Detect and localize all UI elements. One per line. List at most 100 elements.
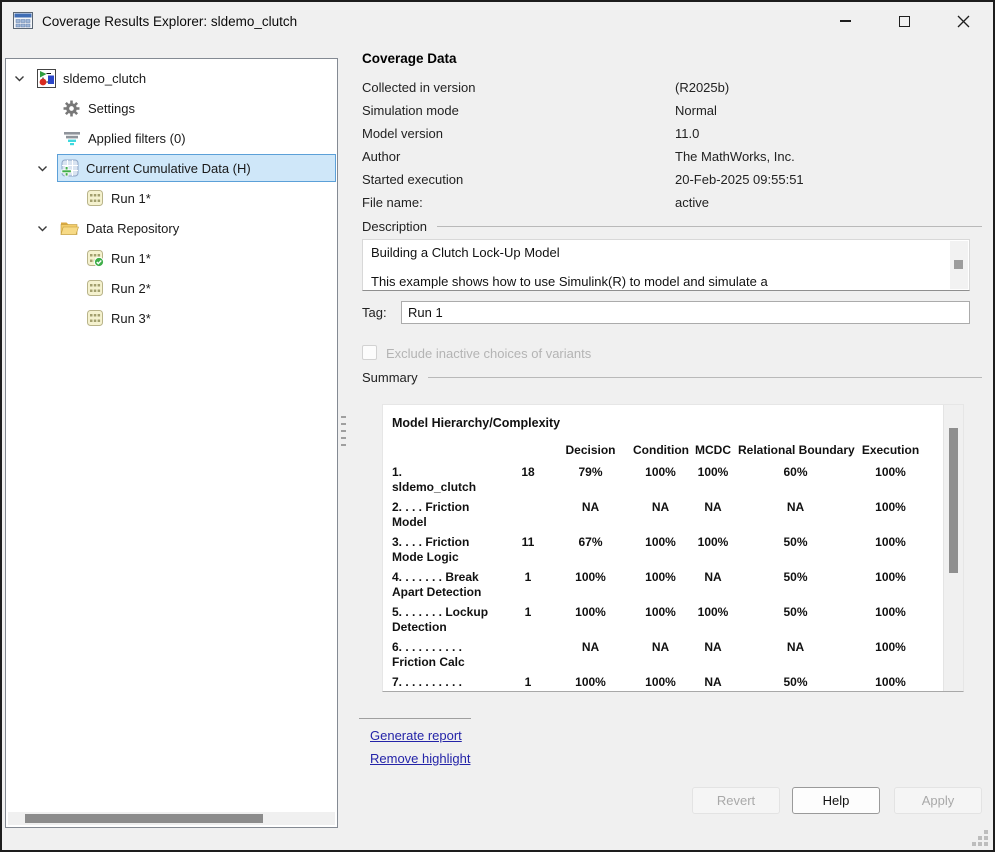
column-header: Execution (853, 443, 928, 457)
field-value: Normal (675, 103, 717, 118)
splitter-handle[interactable] (340, 416, 348, 456)
section-rule (437, 226, 982, 227)
page-title: Coverage Data (362, 51, 457, 66)
close-button[interactable] (934, 2, 993, 40)
scrollbar-thumb[interactable] (949, 428, 958, 573)
folder-icon (60, 219, 79, 238)
field-value: The MathWorks, Inc. (675, 149, 795, 164)
field-label: Started execution (362, 172, 675, 187)
checkbox-label: Exclude inactive choices of variants (386, 346, 591, 361)
meta-row: File name:active (362, 191, 982, 214)
field-label: File name: (362, 195, 675, 210)
field-label: Model version (362, 126, 675, 141)
table-row: 1.sldemo_clutch 1879%100%100%60%100% (392, 465, 963, 500)
column-header: Decision (548, 443, 633, 457)
tree-item-settings[interactable]: Settings (6, 93, 337, 123)
tree-item-label: Run 2* (111, 281, 151, 296)
tree-item-run3-repository[interactable]: Run 3* (6, 303, 337, 333)
window-title: Coverage Results Explorer: sldemo_clutch (42, 14, 297, 29)
table-row: 2. . . . FrictionModel NANANANA100% (392, 500, 963, 535)
tree-item-run1-cumulative[interactable]: Run 1* (6, 183, 337, 213)
description-scrollbar[interactable] (950, 241, 968, 289)
simulink-model-icon (37, 69, 56, 88)
field-label: Collected in version (362, 80, 675, 95)
cumulative-data-icon (60, 159, 79, 178)
table-vertical-scrollbar[interactable] (943, 405, 963, 691)
table-row: 4. . . . . . . BreakApart Detection 1100… (392, 570, 963, 605)
chevron-down-icon[interactable] (14, 73, 34, 84)
help-button[interactable]: Help (792, 787, 880, 814)
coverage-metadata: Collected in version(R2025b) Simulation … (362, 76, 982, 214)
tree-item-data-repository[interactable]: Data Repository (6, 213, 337, 243)
tag-label: Tag: (362, 305, 387, 320)
column-header: MCDC (688, 443, 738, 457)
chevron-down-icon[interactable] (37, 163, 57, 174)
meta-row: Model version11.0 (362, 122, 982, 145)
tree-item-label: Applied filters (0) (88, 131, 186, 146)
run-icon (85, 309, 104, 328)
tree-item-sldemo-clutch[interactable]: sldemo_clutch (6, 63, 337, 93)
tree-item-label: Data Repository (86, 221, 179, 236)
tree-item-run1-repository[interactable]: Run 1* (6, 243, 337, 273)
table-row: 7. . . . . . . . . .Required 1100%100%NA… (392, 675, 963, 692)
maximize-icon (899, 16, 910, 27)
tree-horizontal-scrollbar[interactable] (8, 812, 335, 825)
filter-icon (62, 129, 81, 148)
field-label: Simulation mode (362, 103, 675, 118)
scrollbar-thumb[interactable] (954, 260, 963, 269)
field-value: (R2025b) (675, 80, 729, 95)
tree-item-label: Run 3* (111, 311, 151, 326)
tree-item-label: sldemo_clutch (63, 71, 146, 86)
tree-item-label: Current Cumulative Data (H) (86, 161, 251, 176)
links-divider (359, 718, 471, 719)
app-icon (12, 10, 34, 32)
table-row: 6. . . . . . . . . .Friction Calc NANANA… (392, 640, 963, 675)
table-row: 5. . . . . . . LockupDetection 1100%100%… (392, 605, 963, 640)
title-bar: Coverage Results Explorer: sldemo_clutch (2, 2, 993, 40)
description-line: Building a Clutch Lock-Up Model (363, 240, 969, 260)
maximize-button[interactable] (875, 2, 934, 40)
tree-item-applied-filters[interactable]: Applied filters (0) (6, 123, 337, 153)
generate-report-link[interactable]: Generate report (370, 728, 462, 743)
summary-section-header: Summary (362, 370, 982, 385)
tree-item-label: Run 1* (111, 251, 151, 266)
description-label: Description (362, 219, 427, 234)
scrollbar-thumb[interactable] (25, 814, 263, 823)
meta-row: Simulation modeNormal (362, 99, 982, 122)
meta-row: Started execution20-Feb-2025 09:55:51 (362, 168, 982, 191)
close-icon (957, 15, 970, 28)
chevron-down-icon[interactable] (37, 223, 57, 234)
column-header: Relational Boundary (738, 443, 853, 457)
exclude-variants-checkbox[interactable] (362, 345, 377, 360)
field-value: active (675, 195, 709, 210)
tree-item-current-cumulative-data[interactable]: Current Cumulative Data (H) (6, 153, 337, 183)
field-label: Author (362, 149, 675, 164)
remove-highlight-link[interactable]: Remove highlight (370, 751, 470, 766)
coverage-results-explorer-window: Coverage Results Explorer: sldemo_clutch (0, 0, 995, 852)
table-title: Model Hierarchy/Complexity (392, 416, 963, 430)
table-header-row: Decision Condition MCDC Relational Bound… (392, 443, 963, 457)
run-icon (85, 279, 104, 298)
meta-row: Collected in version(R2025b) (362, 76, 982, 99)
description-line: This example shows how to use Simulink(R… (363, 260, 969, 289)
run-icon (85, 189, 104, 208)
summary-label: Summary (362, 370, 418, 385)
minimize-button[interactable] (816, 2, 875, 40)
gear-icon (62, 99, 81, 118)
description-field[interactable]: Building a Clutch Lock-Up Model This exa… (362, 239, 970, 291)
resize-grip[interactable] (974, 832, 988, 846)
field-value: 11.0 (675, 126, 699, 141)
tag-input[interactable] (401, 301, 970, 324)
tree-item-label: Run 1* (111, 191, 151, 206)
revert-button[interactable]: Revert (692, 787, 780, 814)
selected-tree-item: Current Cumulative Data (H) (57, 154, 336, 182)
tree-item-label: Settings (88, 101, 135, 116)
run-checked-icon (85, 249, 104, 268)
description-section-header: Description (362, 219, 982, 234)
meta-row: AuthorThe MathWorks, Inc. (362, 145, 982, 168)
column-header: Condition (633, 443, 688, 457)
minimize-icon (840, 20, 851, 22)
field-value: 20-Feb-2025 09:55:51 (675, 172, 804, 187)
tree-item-run2-repository[interactable]: Run 2* (6, 273, 337, 303)
apply-button[interactable]: Apply (894, 787, 982, 814)
